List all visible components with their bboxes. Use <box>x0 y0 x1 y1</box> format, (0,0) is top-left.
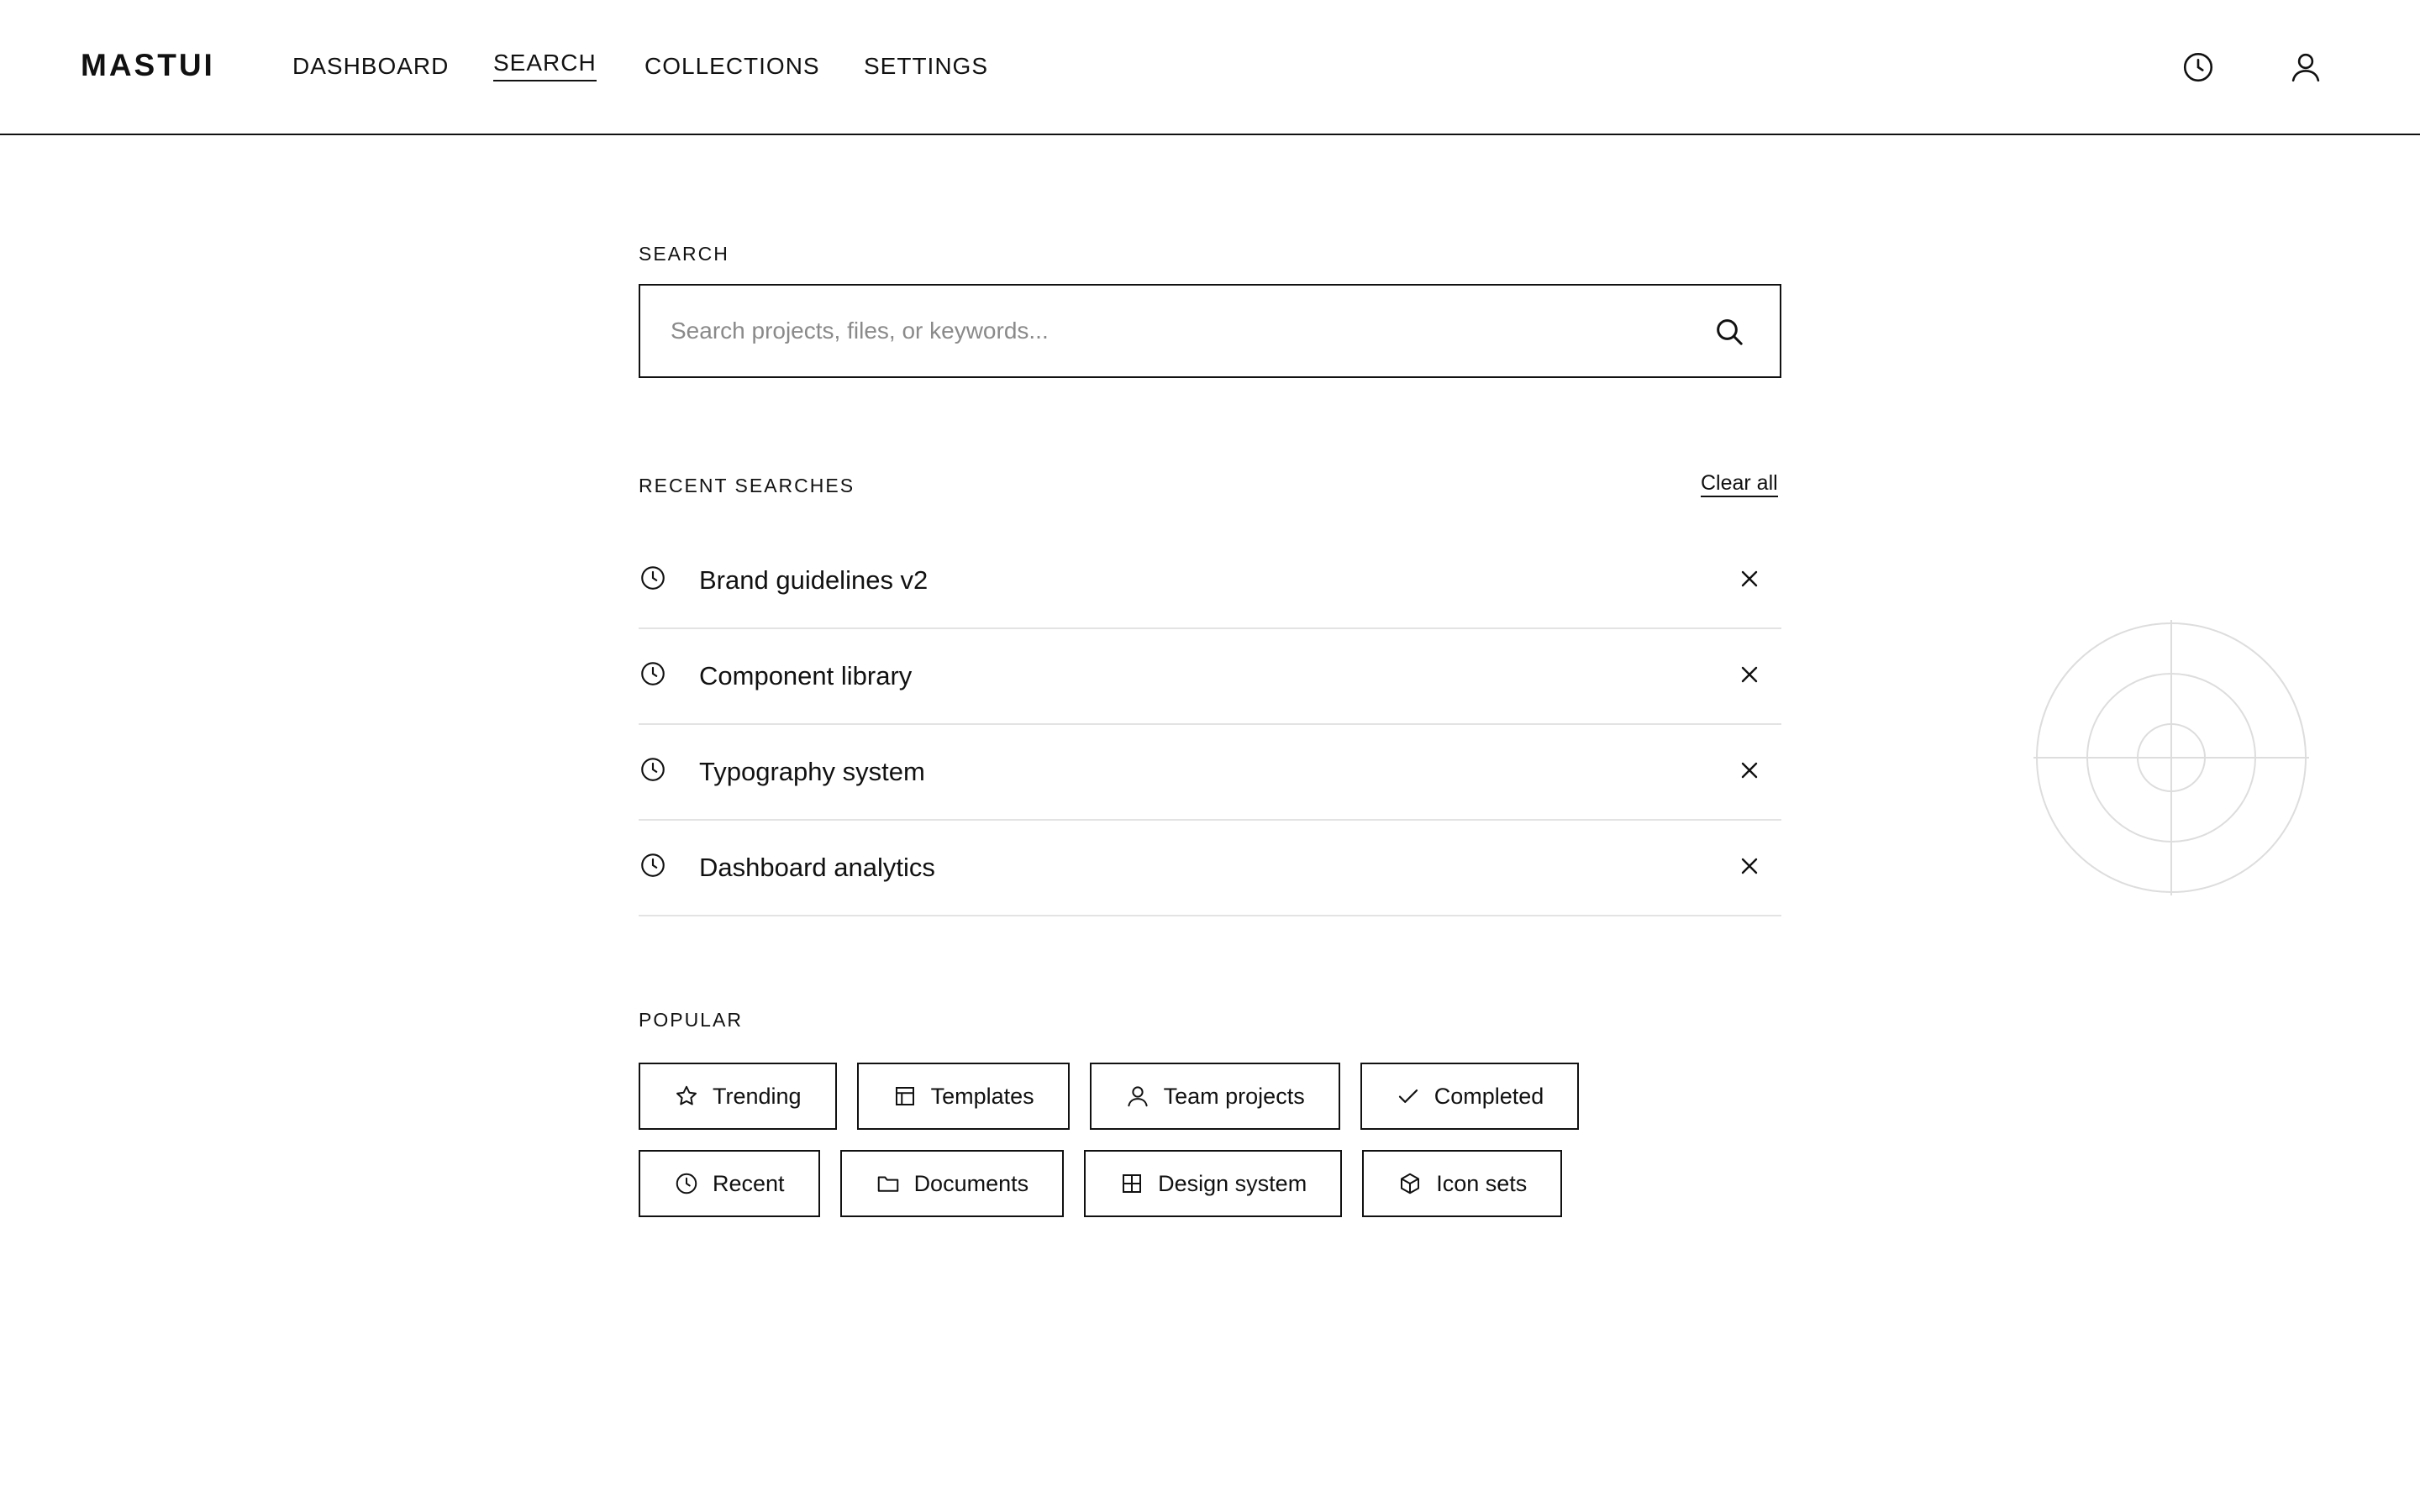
popular-chips: Trending Templates Team projects Complet… <box>639 1063 1815 1237</box>
remove-recent-button[interactable] <box>1736 853 1763 879</box>
close-icon <box>1741 762 1758 779</box>
clock-icon <box>639 851 672 885</box>
search-button[interactable] <box>1712 315 1746 349</box>
recent-searches-label: RECENT SEARCHES <box>639 475 855 496</box>
remove-recent-button[interactable] <box>1736 757 1763 784</box>
cube-icon <box>1401 1173 1420 1194</box>
search-icon <box>1717 319 1743 345</box>
chip-team-projects[interactable]: Team projects <box>1089 1063 1340 1130</box>
user-icon <box>1128 1086 1148 1107</box>
chip-label: Templates <box>930 1084 1034 1109</box>
chip-label: Completed <box>1434 1084 1544 1109</box>
recent-searches-list: Brand guidelines v2 Component library Ty… <box>639 533 1781 916</box>
chip-icon-sets[interactable]: Icon sets <box>1362 1150 1563 1217</box>
star-icon <box>676 1085 697 1105</box>
chip-documents[interactable]: Documents <box>839 1150 1065 1217</box>
chip-label: Recent <box>713 1171 785 1196</box>
clock-icon <box>639 659 672 693</box>
chip-label: Trending <box>713 1084 802 1109</box>
recent-search-label: Component library <box>699 661 913 690</box>
app-logo[interactable]: MASTUI <box>81 47 215 84</box>
close-icon <box>1741 666 1758 683</box>
nav-settings[interactable]: SETTINGS <box>864 52 988 81</box>
clock-icon <box>639 755 672 789</box>
search-section-label: SEARCH <box>639 243 729 265</box>
chip-design-system[interactable]: Design system <box>1084 1150 1343 1217</box>
recent-search-label: Typography system <box>699 757 925 786</box>
chip-trending[interactable]: Trending <box>639 1063 837 1130</box>
chip-templates[interactable]: Templates <box>856 1063 1070 1130</box>
nav-dashboard[interactable]: DASHBOARD <box>292 52 449 81</box>
history-button[interactable] <box>2181 50 2216 85</box>
recent-search-item[interactable]: Brand guidelines v2 <box>639 533 1781 629</box>
clear-all-link[interactable]: Clear all <box>1701 470 1778 497</box>
popular-section-label: POPULAR <box>639 1009 743 1031</box>
chip-label: Design system <box>1158 1171 1307 1196</box>
recent-search-item[interactable]: Dashboard analytics <box>639 821 1781 916</box>
chip-recent[interactable]: Recent <box>639 1150 820 1217</box>
remove-recent-button[interactable] <box>1736 661 1763 688</box>
nav-search[interactable]: SEARCH <box>493 49 597 81</box>
chip-label: Icon sets <box>1436 1171 1528 1196</box>
grid-icon <box>1123 1174 1142 1193</box>
nav-collections[interactable]: COLLECTIONS <box>644 52 820 81</box>
check-icon <box>1398 1089 1418 1103</box>
search-input[interactable] <box>671 286 1662 376</box>
target-decoration-icon <box>2033 620 2309 895</box>
layout-icon <box>895 1087 914 1105</box>
chip-completed[interactable]: Completed <box>1360 1063 1580 1130</box>
clock-icon <box>639 564 672 597</box>
search-box <box>639 284 1781 378</box>
close-icon <box>1741 570 1758 587</box>
folder-icon <box>877 1176 898 1192</box>
clock-icon <box>2183 52 2213 82</box>
recent-search-label: Brand guidelines v2 <box>699 565 929 595</box>
close-icon <box>1741 858 1758 874</box>
top-header: MASTUI DASHBOARD SEARCH COLLECTIONS SETT… <box>0 0 2420 135</box>
recent-search-item[interactable]: Typography system <box>639 725 1781 821</box>
clock-icon <box>676 1173 697 1194</box>
user-icon <box>2291 53 2320 82</box>
remove-recent-button[interactable] <box>1736 565 1763 592</box>
recent-search-item[interactable]: Component library <box>639 629 1781 725</box>
chip-label: Documents <box>913 1171 1029 1196</box>
recent-search-label: Dashboard analytics <box>699 853 935 882</box>
chip-label: Team projects <box>1163 1084 1305 1109</box>
profile-button[interactable] <box>2288 50 2323 85</box>
